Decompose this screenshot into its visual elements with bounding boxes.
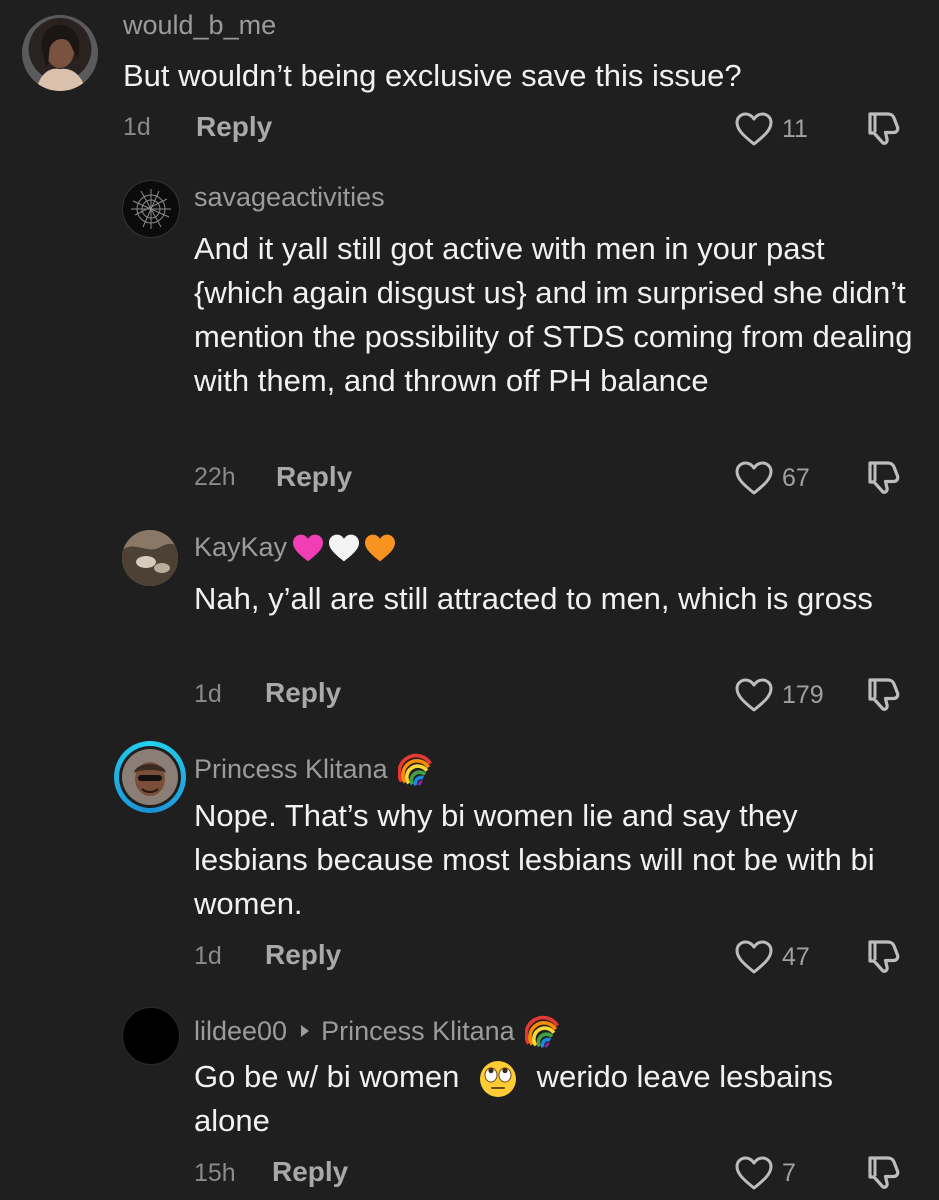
- username[interactable]: savageactivities: [194, 182, 385, 213]
- comment-text: But wouldn’t being exclusive save this i…: [123, 58, 742, 93]
- reply-arrow-icon: [301, 1025, 310, 1037]
- thumbs-down-icon: [862, 457, 902, 497]
- rainbow-icon: [398, 751, 434, 787]
- comment-text: Nope. That’s why bi women lie and say th…: [194, 798, 875, 921]
- avatar[interactable]: [122, 1007, 180, 1065]
- avatar[interactable]: [22, 15, 98, 91]
- like-count: 179: [782, 680, 824, 709]
- like-button[interactable]: 7: [734, 1155, 796, 1191]
- heart-icon: [734, 1155, 774, 1191]
- timestamp: 1d: [123, 113, 151, 141]
- timestamp: 1d: [194, 942, 222, 970]
- comment-item: KayKay Nah, y’all are still attracted to…: [0, 520, 939, 735]
- like-count: 67: [782, 463, 810, 492]
- dislike-button[interactable]: [862, 674, 902, 719]
- dislike-button[interactable]: [862, 108, 902, 153]
- username[interactable]: lildee00 Princess Klitana: [194, 1013, 561, 1049]
- thumbs-down-icon: [862, 936, 902, 976]
- comment-text: Nah, y’all are still attracted to men, w…: [194, 581, 873, 616]
- username-text: Princess Klitana: [194, 753, 388, 784]
- heart-icon: [734, 677, 774, 713]
- timestamp: 15h: [194, 1159, 236, 1187]
- heart-icon: [734, 460, 774, 496]
- thumbs-down-icon: [862, 674, 902, 714]
- username[interactable]: KayKay: [194, 532, 397, 563]
- reply-button[interactable]: Reply: [276, 461, 352, 493]
- like-button[interactable]: 11: [734, 111, 808, 147]
- username[interactable]: would_b_me: [123, 10, 276, 41]
- timestamp: 22h: [194, 463, 236, 491]
- white-heart-icon: [327, 533, 361, 563]
- dislike-button[interactable]: [862, 936, 902, 981]
- heart-icon: [734, 939, 774, 975]
- avatar[interactable]: [122, 180, 180, 238]
- reply-to-username[interactable]: Princess Klitana: [321, 1016, 515, 1047]
- username-text: lildee00: [194, 1015, 288, 1046]
- username-text: KayKay: [194, 532, 288, 562]
- pink-heart-icon: [291, 533, 325, 563]
- orange-heart-icon: [363, 533, 397, 563]
- like-button[interactable]: 67: [734, 460, 810, 496]
- reply-button[interactable]: Reply: [265, 939, 341, 971]
- reply-button[interactable]: Reply: [265, 677, 341, 709]
- heart-icon: [734, 111, 774, 147]
- dislike-button[interactable]: [862, 457, 902, 502]
- rolling-eyes-emoji-icon: [479, 1060, 516, 1097]
- avatar[interactable]: [122, 530, 178, 586]
- avatar[interactable]: [114, 741, 186, 813]
- like-button[interactable]: 47: [734, 939, 810, 975]
- like-count: 7: [782, 1158, 796, 1187]
- thumbs-down-icon: [862, 108, 902, 148]
- like-button[interactable]: 179: [734, 677, 824, 713]
- comment-item: savageactivities And it yall still got a…: [0, 160, 939, 500]
- thumbs-down-icon: [862, 1152, 902, 1192]
- comment-text: Go be w/ bi women werido leave lesbains …: [194, 1055, 904, 1143]
- comment-text-start: Go be w/ bi women: [194, 1059, 460, 1094]
- dislike-button[interactable]: [862, 1152, 902, 1197]
- username[interactable]: Princess Klitana: [194, 751, 434, 787]
- reply-button[interactable]: Reply: [196, 111, 272, 143]
- timestamp: 1d: [194, 680, 222, 708]
- comment-item: Princess Klitana Nope. That’s why bi wom…: [0, 735, 939, 995]
- like-count: 47: [782, 942, 810, 971]
- reply-button[interactable]: Reply: [272, 1156, 348, 1188]
- comment-text: And it yall still got active with men in…: [194, 231, 913, 398]
- comment-item: lildee00 Princess Klitana Go be w/ bi wo…: [0, 995, 939, 1200]
- rainbow-icon: [525, 1013, 561, 1049]
- like-count: 11: [782, 114, 808, 143]
- comment-item: would_b_me But wouldn’t being exclusive …: [0, 0, 939, 160]
